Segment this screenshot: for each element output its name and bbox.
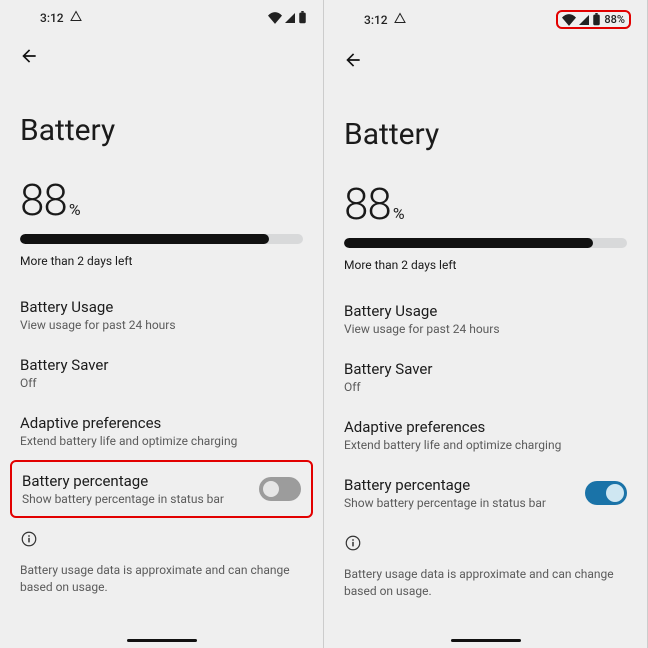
estimate-text: More than 2 days left <box>0 250 323 286</box>
page-title: Battery <box>0 67 323 174</box>
status-icons-right <box>268 11 307 24</box>
wifi-icon <box>268 12 282 24</box>
status-bar: 3:12 88% <box>324 0 647 35</box>
battery-percentage-toggle[interactable] <box>585 481 627 505</box>
row-sub: Extend battery life and optimize chargin… <box>20 434 303 448</box>
status-time: 3:12 <box>364 13 388 27</box>
row-title: Battery Usage <box>344 302 627 320</box>
row-title: Adaptive preferences <box>344 418 627 436</box>
row-battery-saver[interactable]: Battery Saver Off <box>0 344 323 402</box>
status-icons-right: 88% <box>556 10 631 29</box>
row-title: Battery Saver <box>344 360 627 378</box>
row-sub: Extend battery life and optimize chargin… <box>344 438 627 452</box>
battery-bar-fill <box>344 238 593 248</box>
row-battery-saver[interactable]: Battery Saver Off <box>324 348 647 406</box>
footer-text: Battery usage data is approximate and ca… <box>0 558 323 606</box>
row-sub: View usage for past 24 hours <box>20 318 303 332</box>
back-button[interactable] <box>342 49 364 71</box>
row-sub: Off <box>344 380 627 394</box>
battery-level: 88 % <box>324 178 647 230</box>
battery-pct-value: 88 <box>20 174 67 226</box>
signal-icon <box>578 14 590 26</box>
page-title: Battery <box>324 71 647 178</box>
battery-pct-symbol: % <box>393 204 405 223</box>
battery-percentage-toggle[interactable] <box>259 477 301 501</box>
row-battery-percentage[interactable]: Battery percentage Show battery percenta… <box>324 464 647 522</box>
battery-pct-symbol: % <box>69 200 81 219</box>
footer-text: Battery usage data is approximate and ca… <box>324 562 647 610</box>
row-title: Battery Usage <box>20 298 303 316</box>
battery-icon <box>592 13 601 26</box>
battery-pct-value: 88 <box>344 178 391 230</box>
row-adaptive-preferences[interactable]: Adaptive preferences Extend battery life… <box>324 406 647 464</box>
info-icon[interactable] <box>324 522 647 562</box>
nav-handle[interactable] <box>127 639 197 642</box>
status-battery-pct: 88% <box>604 13 625 26</box>
triangle-alert-icon <box>70 10 82 25</box>
status-time: 3:12 <box>40 11 64 25</box>
row-title: Battery percentage <box>22 472 247 490</box>
row-sub: Show battery percentage in status bar <box>22 492 247 506</box>
wifi-icon <box>562 14 576 26</box>
signal-icon <box>284 12 296 24</box>
row-battery-usage[interactable]: Battery Usage View usage for past 24 hou… <box>0 286 323 344</box>
info-icon[interactable] <box>0 518 323 558</box>
row-battery-usage[interactable]: Battery Usage View usage for past 24 hou… <box>324 290 647 348</box>
battery-icon <box>298 11 307 24</box>
row-sub: Off <box>20 376 303 390</box>
row-title: Adaptive preferences <box>20 414 303 432</box>
battery-level: 88 % <box>0 174 323 226</box>
row-title: Battery percentage <box>344 476 573 494</box>
battery-bar-fill <box>20 234 269 244</box>
battery-bar <box>0 226 323 250</box>
phone-left: 3:12 Battery 88 % More than 2 day <box>0 0 324 648</box>
triangle-alert-icon <box>394 12 406 27</box>
battery-bar <box>324 230 647 254</box>
row-sub: Show battery percentage in status bar <box>344 496 573 510</box>
nav-handle[interactable] <box>451 639 521 642</box>
row-sub: View usage for past 24 hours <box>344 322 627 336</box>
row-adaptive-preferences[interactable]: Adaptive preferences Extend battery life… <box>0 402 323 460</box>
row-battery-percentage[interactable]: Battery percentage Show battery percenta… <box>10 460 313 518</box>
estimate-text: More than 2 days left <box>324 254 647 290</box>
back-button[interactable] <box>18 45 40 67</box>
phone-right: 3:12 88% Battery 88 % More <box>324 0 648 648</box>
row-title: Battery Saver <box>20 356 303 374</box>
status-bar: 3:12 <box>0 0 323 31</box>
